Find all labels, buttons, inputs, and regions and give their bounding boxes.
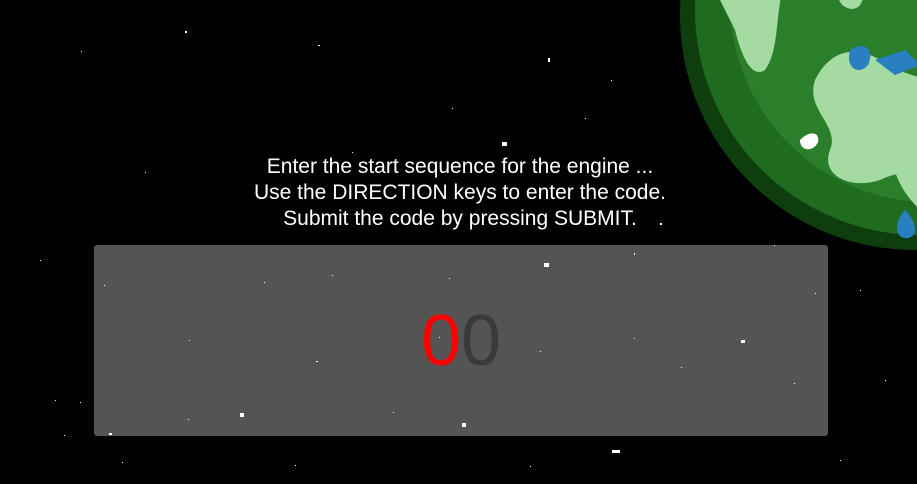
code-display: 00 [94, 301, 828, 381]
code-entry-panel: 00 [94, 245, 828, 436]
instructions-text: Enter the start sequence for the engine … [160, 154, 760, 232]
instruction-line-2: Use the DIRECTION keys to enter the code… [253, 181, 666, 204]
instruction-line-3: Submit the code by pressing SUBMIT. [283, 207, 637, 230]
game-scene: Enter the start sequence for the engine … [0, 0, 917, 484]
code-digit-2[interactable]: 0 [461, 301, 501, 381]
code-digit-1-selected[interactable]: 0 [421, 301, 461, 381]
instruction-line-1: Enter the start sequence for the engine … [266, 155, 654, 178]
